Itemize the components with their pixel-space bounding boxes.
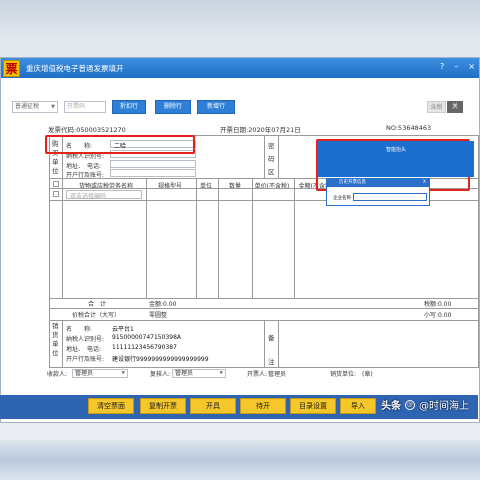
payee-value: 管理员 (75, 370, 94, 377)
issue-button[interactable]: 开具 (190, 398, 236, 414)
import-button[interactable]: 导入 (340, 398, 376, 414)
invoice-code: 发票代码:050003521270 (48, 126, 126, 134)
total-lower: 小写:0.00 (424, 312, 452, 319)
goods-code-placeholder: 双击选择编码 (70, 193, 107, 200)
title-bar: 票 重庆增值税电子普通发票填开 ? – × (1, 58, 479, 78)
at-icon: @ (405, 399, 415, 410)
company-name-label: 企业名称 (333, 196, 351, 201)
drawer-value: 管理员 (268, 371, 287, 378)
watermark: 头条 @ @时间海上 (381, 397, 469, 412)
close-icon[interactable]: × (468, 62, 475, 71)
drawer-label: 开票人: (247, 371, 268, 378)
invoice-type-value: 普通征税 (15, 103, 40, 110)
buyer-address-label: 地址、 电话: (66, 163, 102, 170)
minimize-icon[interactable]: – (454, 62, 458, 71)
buyer-name-highlight (45, 135, 195, 154)
watermark-brand: 头条 (381, 401, 401, 412)
invoice-type-select[interactable]: 普通征税 ▼ (12, 101, 58, 113)
sum-amount: 金额:0.00 (149, 301, 177, 308)
history-title: 历史开票信息 (339, 180, 366, 185)
seller-bank-label: 开户行及账号: (66, 356, 105, 363)
invoice-number: NO:53648463 (386, 124, 432, 132)
smart-title-popup: 智能抬头 (318, 141, 474, 177)
sum-tax: 税额:0.00 (424, 301, 452, 308)
history-panel: 历史开票信息 X 企业名称 (326, 178, 430, 206)
reviewer-label: 复核人: (150, 371, 171, 378)
watermark-author: @时间海上 (419, 401, 469, 412)
popup-title: 智能抬头 (385, 147, 406, 153)
sum-label: 合 计 (88, 301, 107, 308)
seller-name-value: 云平台1 (112, 326, 134, 333)
invoice-info-row: 发票代码:050003521270 开票日期:2020年07月21日 NO:53… (0, 124, 478, 134)
issue-date: 开票日期:2020年07月21日 (220, 126, 301, 134)
chevron-down-icon: ▼ (51, 104, 55, 110)
seller-taxid-value: 91500000747150398A (112, 334, 181, 341)
pending-button[interactable]: 待开 (240, 398, 286, 414)
toolbar: 普通征税 ▼ 开票码 折扣行 删除行 新增行 含税 关 (0, 100, 478, 116)
chevron-down-icon: ▼ (121, 371, 125, 376)
select-all-checkbox[interactable] (53, 181, 59, 187)
window-title: 重庆增值税电子普通发票填开 (26, 63, 124, 73)
tax-close-toggle[interactable]: 关 (447, 101, 463, 113)
payee-select[interactable]: 管理员 ▼ (72, 369, 128, 378)
seller-name-label: 名 称: (66, 326, 93, 333)
clear-invoice-button[interactable]: 清空票面 (88, 398, 134, 414)
delete-row-button[interactable]: 删除行 (155, 100, 191, 114)
row-checkbox[interactable] (53, 191, 59, 197)
invoice-code-placeholder: 开票码 (67, 103, 86, 110)
seller-taxid-label: 纳税人识别号: (66, 336, 105, 343)
seller-seal-label: 销货单位: (章) (330, 371, 373, 378)
company-name-input[interactable] (353, 193, 427, 201)
history-header: 历史开票信息 X (327, 179, 429, 187)
total-upper: 零圆整 (149, 312, 168, 319)
payee-label: 收款人: (47, 371, 68, 378)
invoice-app-icon: 票 (3, 59, 20, 77)
reviewer-value: 管理员 (175, 370, 194, 377)
remark-label: 备 注 (268, 334, 275, 366)
buyer-address-field[interactable] (110, 160, 196, 168)
chevron-down-icon: ▼ (219, 371, 223, 376)
seller-side-label: 销 货 单 位 (52, 322, 59, 357)
add-row-button[interactable]: 新增行 (197, 100, 235, 114)
copy-invoice-button[interactable]: 复制开票 (140, 398, 186, 414)
seller-address-label: 地址、 电话: (66, 346, 102, 353)
code-area-label: 密 码 区 (268, 142, 275, 176)
invoice-code-input[interactable]: 开票码 (64, 101, 106, 113)
tax-included-toggle[interactable]: 含税 (427, 101, 446, 113)
buyer-bank-field[interactable] (110, 169, 196, 177)
seller-address-value: 11111123456790387 (112, 344, 177, 351)
background-blur (0, 440, 480, 480)
catalog-settings-button[interactable]: 目录设置 (290, 398, 336, 414)
total-label: 价税合计（大写） (72, 312, 121, 319)
invoice-footer: 收款人: 管理员 ▼ 复核人: 管理员 ▼ 开票人: 管理员 销货单位: (章) (0, 369, 478, 381)
help-icon[interactable]: ? (440, 62, 444, 71)
close-icon[interactable]: X (423, 179, 426, 187)
seller-bank-value: 建设银行9999999999999999999 (112, 356, 209, 363)
discount-row-button[interactable]: 折扣行 (112, 100, 146, 114)
reviewer-select[interactable]: 管理员 ▼ (172, 369, 226, 378)
